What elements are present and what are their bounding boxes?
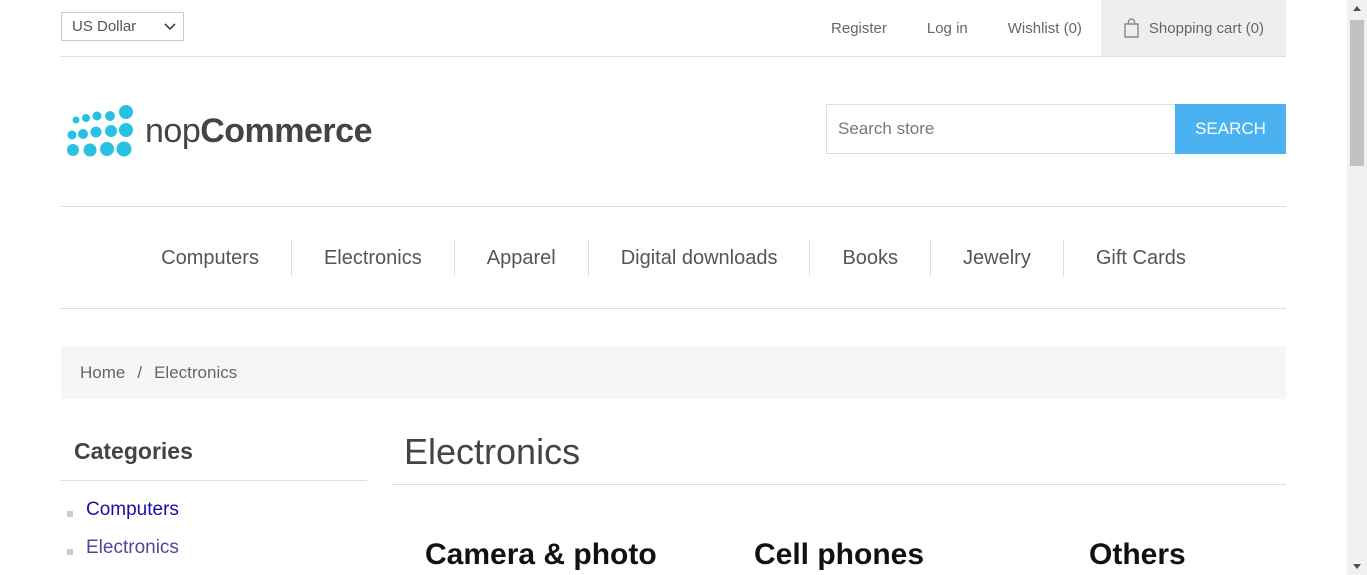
bullet-icon [67, 511, 73, 517]
chevron-down-icon [164, 23, 176, 31]
bullet-icon [67, 549, 73, 555]
main-content: Electronics Camera & photo Cell phones O… [391, 420, 1286, 571]
menu-item-digital-downloads[interactable]: Digital downloads [587, 239, 810, 276]
menu-item-books[interactable]: Books [809, 239, 930, 276]
header-links-bar: US Dollar Register Log in Wishlist (0) S… [61, 0, 1286, 57]
shopping-cart-link[interactable]: Shopping cart (0) [1100, 0, 1286, 56]
categories-sidebar: Categories Computers Electronics [61, 420, 367, 571]
category-item-computers: Computers [61, 495, 367, 533]
categories-list: Computers Electronics [61, 481, 367, 571]
subcategory-cell-phones[interactable]: Cell phones [754, 538, 924, 572]
scrollbar-thumb[interactable] [1350, 20, 1364, 166]
search-box: Search [826, 104, 1286, 154]
register-link[interactable]: Register [831, 20, 887, 37]
menu-item-apparel[interactable]: Apparel [453, 239, 588, 276]
search-button[interactable]: Search [1175, 104, 1286, 154]
categories-title: Categories [61, 420, 367, 481]
currency-selected-value: US Dollar [72, 18, 137, 35]
breadcrumb: Home / Electronics [61, 346, 1286, 399]
nopcommerce-logo-icon [67, 105, 133, 157]
shopping-cart-label: Shopping cart (0) [1148, 19, 1264, 37]
menu-item-jewelry[interactable]: Jewelry [930, 239, 1063, 276]
scroll-down-arrow-icon[interactable] [1347, 558, 1367, 575]
search-input[interactable] [826, 104, 1175, 154]
category-item-electronics: Electronics [61, 533, 367, 571]
category-link-electronics[interactable]: Electronics [86, 537, 179, 558]
menu-item-gift-cards[interactable]: Gift Cards [1062, 239, 1218, 276]
login-link[interactable]: Log in [927, 20, 968, 37]
breadcrumb-separator: / [137, 362, 143, 382]
subcategory-camera-photo[interactable]: Camera & photo [425, 538, 657, 572]
header-links: Register Log in Wishlist (0) Shopping ca… [831, 0, 1286, 56]
scroll-up-arrow-icon[interactable] [1347, 0, 1367, 17]
site-logo[interactable]: nopCommerce [63, 104, 372, 158]
breadcrumb-home-link[interactable]: Home [80, 363, 125, 383]
category-link-computers[interactable]: Computers [86, 499, 179, 520]
logo-text: nopCommerce [145, 111, 372, 150]
breadcrumb-current: Electronics [154, 362, 238, 382]
shopping-bag-icon [1124, 18, 1139, 38]
menu-item-electronics[interactable]: Electronics [290, 239, 454, 276]
currency-selector[interactable]: US Dollar [61, 12, 184, 41]
wishlist-link[interactable]: Wishlist (0) [1008, 20, 1082, 37]
subcategory-others[interactable]: Others [1089, 538, 1186, 572]
page-title: Electronics [391, 420, 1286, 485]
vertical-scrollbar[interactable] [1347, 0, 1367, 575]
menu-item-computers[interactable]: Computers [129, 240, 291, 276]
page: US Dollar Register Log in Wishlist (0) S… [61, 0, 1286, 575]
top-menu: Computers Electronics Apparel Digital do… [61, 206, 1286, 309]
